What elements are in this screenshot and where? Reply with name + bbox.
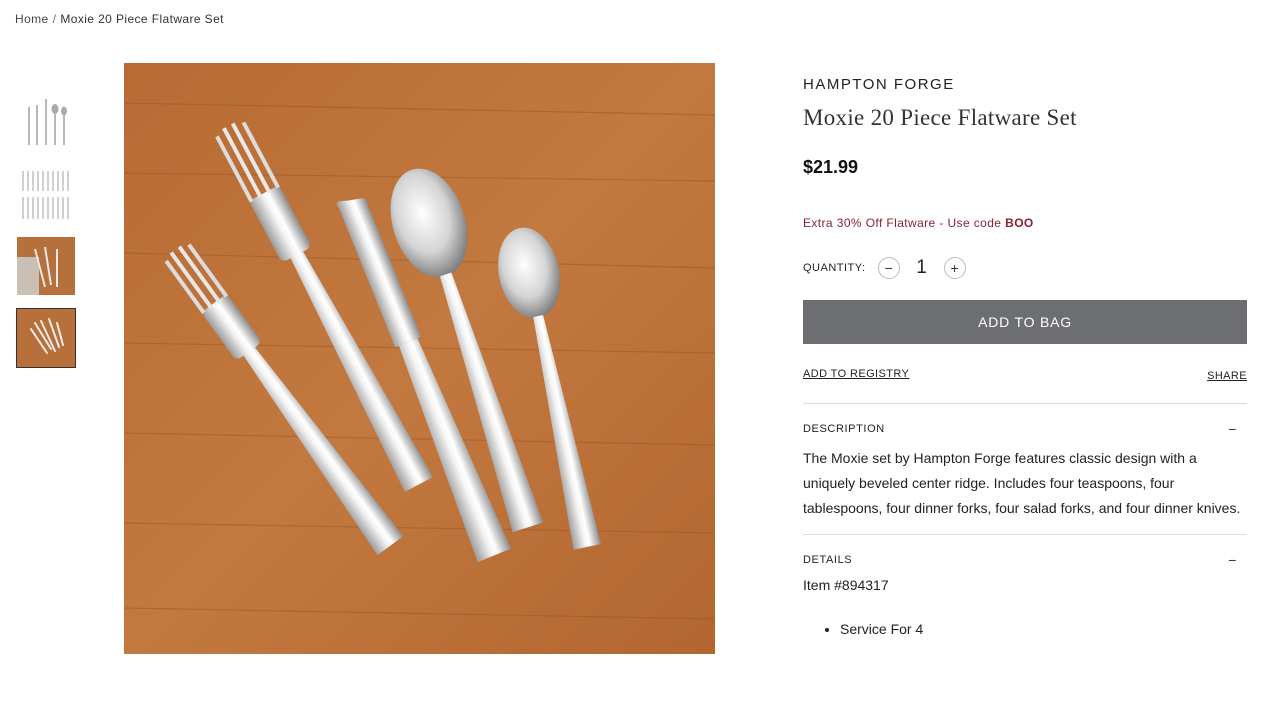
main-product-image[interactable]: [124, 63, 715, 654]
thumbnail-gallery: [16, 92, 76, 380]
quantity-value[interactable]: 1: [900, 257, 944, 279]
secondary-actions: ADD TO REGISTRY SHARE: [803, 368, 1247, 386]
thumbnail-2[interactable]: [16, 164, 76, 224]
promo-text: Extra 30% Off Flatware - Use code: [803, 216, 1006, 230]
breadcrumb-home-link[interactable]: Home: [15, 12, 49, 26]
details-list-item: Service For 4: [840, 621, 1247, 637]
add-to-registry-link[interactable]: ADD TO REGISTRY: [803, 368, 909, 380]
flatware-thumbnail-image: [17, 93, 75, 151]
thumbnail-1[interactable]: [16, 92, 76, 152]
share-link[interactable]: SHARE: [1207, 370, 1247, 382]
item-number: Item #894317: [803, 577, 889, 593]
flatware-thumbnail-image: [17, 237, 75, 295]
flatware-thumbnail-image: [17, 309, 75, 367]
flatware-thumbnail-image: [17, 165, 75, 223]
product-price: $21.99: [803, 157, 859, 177]
product-brand[interactable]: HAMPTON FORGE: [803, 76, 1247, 93]
description-text: The Moxie set by Hampton Forge features …: [803, 450, 1241, 516]
collapse-icon[interactable]: −: [1228, 421, 1237, 437]
details-heading: DETAILS: [803, 554, 853, 566]
collapse-icon[interactable]: −: [1228, 552, 1237, 568]
description-heading: DESCRIPTION: [803, 423, 885, 435]
quantity-decrease-button[interactable]: −: [877, 257, 900, 279]
quantity-selector: QUANTITY: − 1 +: [803, 254, 1247, 282]
breadcrumb-current: Moxie 20 Piece Flatware Set: [60, 12, 224, 26]
breadcrumb: Home / Moxie 20 Piece Flatware Set: [15, 12, 224, 26]
add-to-bag-button[interactable]: ADD TO BAG: [803, 300, 1247, 344]
flatware-on-wood-photo: [124, 63, 715, 654]
breadcrumb-separator: /: [52, 12, 57, 26]
plus-icon: +: [950, 260, 959, 276]
thumbnail-3[interactable]: [16, 236, 76, 296]
promo-message: Extra 30% Off Flatware - Use code BOO: [803, 216, 1247, 230]
product-title: Moxie 20 Piece Flatware Set: [803, 105, 1077, 130]
promo-code: BOO: [1005, 216, 1034, 230]
minus-icon: −: [884, 260, 893, 276]
details-list: Service For 4: [803, 621, 1247, 637]
quantity-increase-button[interactable]: +: [943, 257, 966, 279]
product-info-panel: HAMPTON FORGE Moxie 20 Piece Flatware Se…: [803, 62, 1247, 637]
quantity-label: QUANTITY:: [803, 262, 866, 274]
thumbnail-4[interactable]: [16, 308, 76, 368]
